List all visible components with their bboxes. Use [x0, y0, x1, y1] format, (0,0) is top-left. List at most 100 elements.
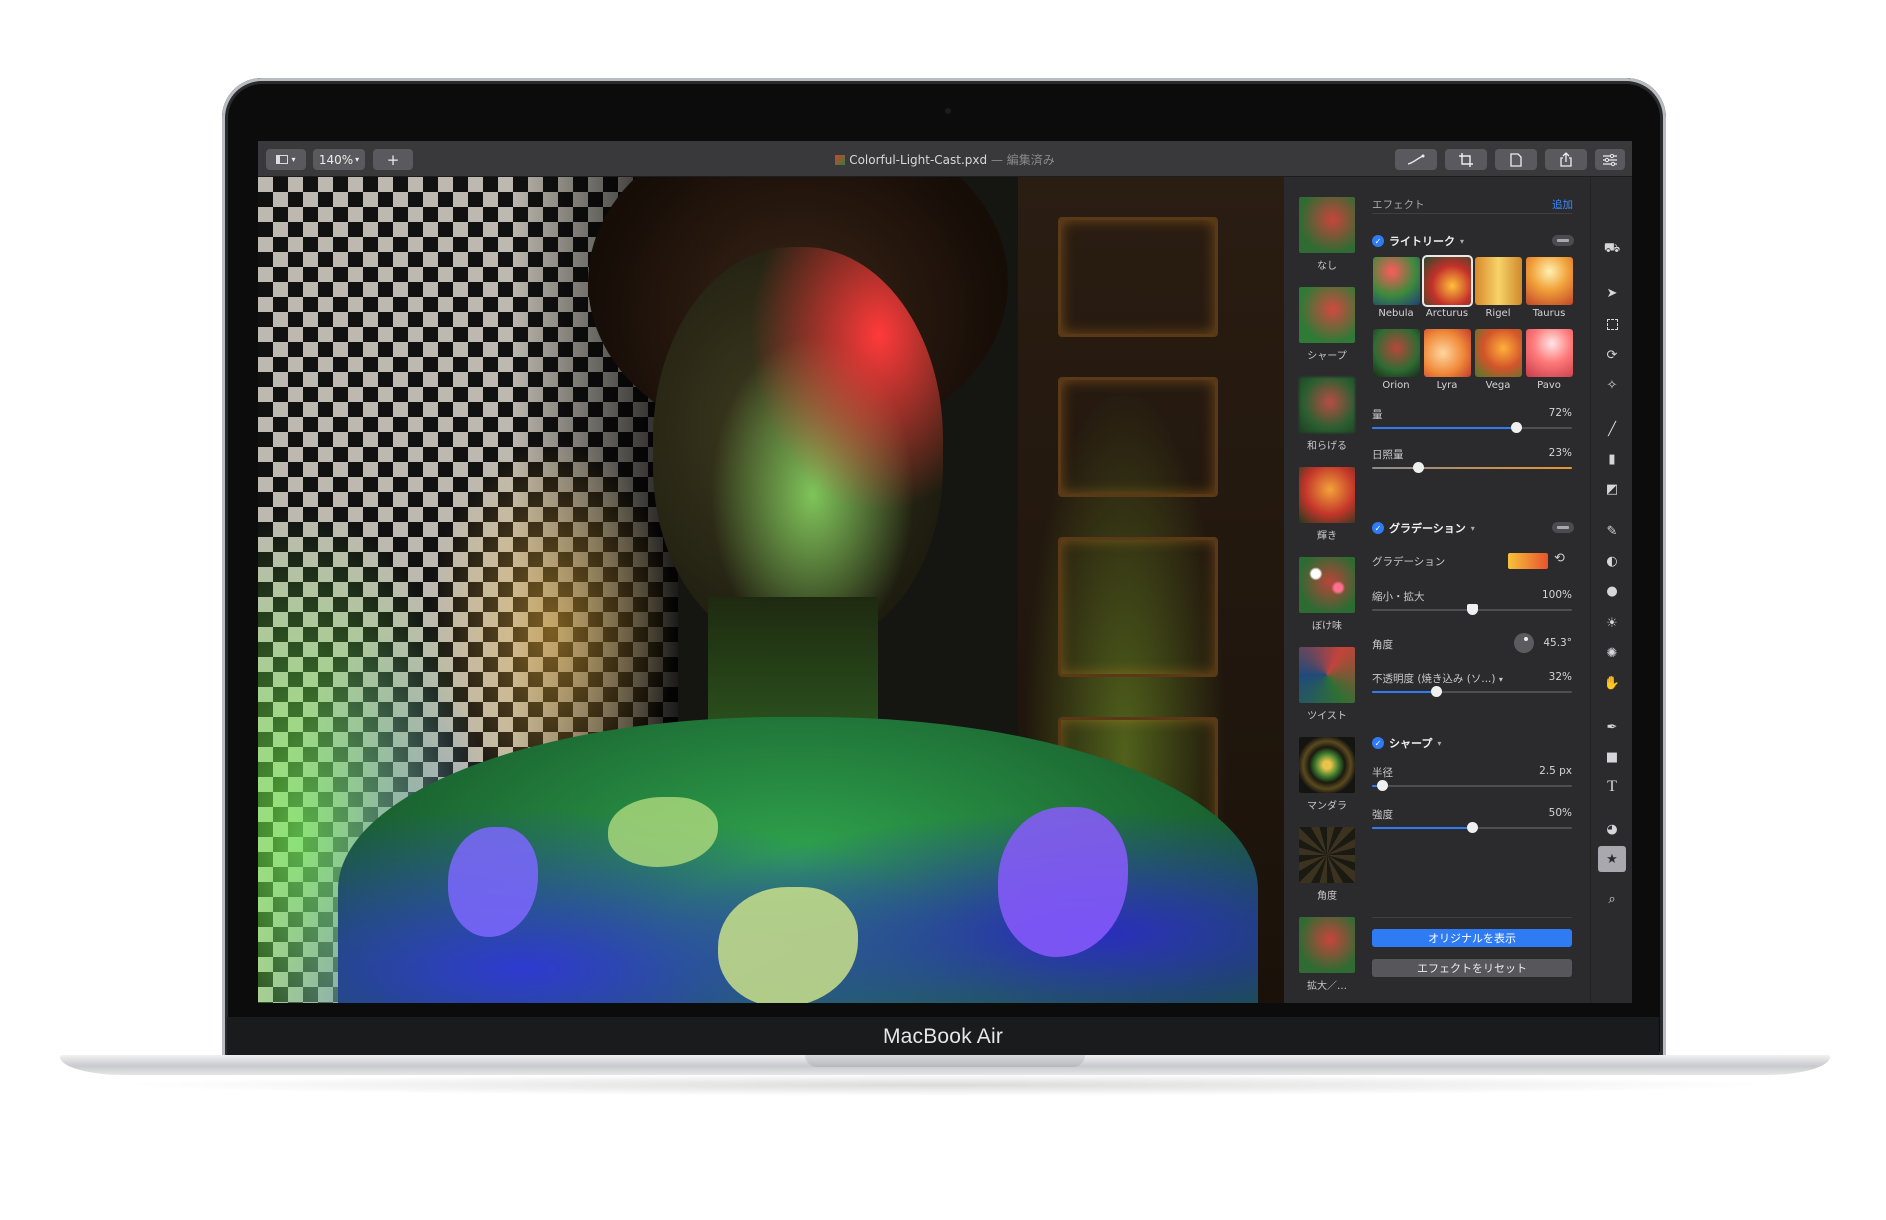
brush-icon[interactable]: ╱: [1602, 419, 1622, 439]
image-canvas[interactable]: [258, 177, 1284, 1003]
eraser-icon[interactable]: ◩: [1602, 479, 1622, 499]
sharpen-header[interactable]: ✓ シャープ ▾: [1372, 735, 1441, 751]
effect-preview: [1299, 827, 1355, 883]
swap-icon[interactable]: ⟲: [1554, 551, 1565, 566]
preset-pavo[interactable]: [1526, 329, 1573, 377]
share-button[interactable]: [1545, 149, 1587, 170]
pen-tool-icon[interactable]: ✒: [1602, 717, 1622, 737]
preset-taurus[interactable]: [1526, 257, 1573, 305]
magic-wand-icon[interactable]: ✧: [1602, 375, 1622, 395]
reset-effects-button[interactable]: エフェクトをリセット: [1372, 959, 1572, 977]
effect-thumbnail[interactable]: ツイスト: [1284, 647, 1366, 737]
clone-icon[interactable]: ◐: [1602, 551, 1622, 571]
preset-label: Pavo: [1537, 380, 1561, 391]
rect-select-icon[interactable]: [1602, 314, 1622, 334]
subject-face: [653, 247, 943, 647]
repair-icon[interactable]: ✺: [1602, 643, 1622, 663]
zoom-icon[interactable]: ⌕: [1602, 889, 1622, 909]
effect-thumbnail[interactable]: なし: [1284, 197, 1366, 287]
preset-rigel[interactable]: [1475, 257, 1522, 305]
title-separator: —: [987, 153, 1007, 167]
section-options-toggle[interactable]: [1552, 235, 1574, 246]
hand-icon[interactable]: ✋: [1602, 673, 1622, 693]
preset-label: Taurus: [1532, 308, 1566, 319]
shirt-pattern: [998, 807, 1128, 957]
scale-value: 100%: [1541, 589, 1572, 601]
effects-filmstrip: なし シャープ 和らげる 輝き ぼけ味 ツイスト マンダラ 角度 拡大／…: [1284, 177, 1366, 1003]
gradient-label: グラデーション: [1372, 556, 1446, 568]
preset-orion[interactable]: [1373, 329, 1420, 377]
scale-slider[interactable]: [1372, 604, 1572, 615]
text-icon[interactable]: T: [1602, 777, 1622, 797]
arrow-select-icon[interactable]: ➤: [1602, 283, 1622, 303]
section-title: ライトリーク: [1389, 235, 1455, 248]
light-leak-header[interactable]: ✓ ライトリーク ▾: [1372, 233, 1464, 249]
effect-label: マンダラ: [1307, 801, 1347, 812]
chevron-down-icon: ▾: [1470, 523, 1475, 533]
chevron-down-icon: ▾: [1460, 236, 1465, 246]
smudge-icon[interactable]: ✎: [1602, 521, 1622, 541]
effect-label: 和らげる: [1307, 441, 1347, 452]
checkmark-icon[interactable]: ✓: [1372, 522, 1384, 534]
angle-label: 角度: [1372, 639, 1393, 651]
intensity-slider[interactable]: [1372, 822, 1572, 833]
effect-thumbnail[interactable]: 和らげる: [1284, 377, 1366, 467]
effects-icon[interactable]: ★: [1598, 846, 1626, 872]
radius-label: 半径: [1372, 767, 1393, 779]
effect-thumbnail[interactable]: シャープ: [1284, 287, 1366, 377]
opacity-label[interactable]: 不透明度 (焼き込み (ソ...) ▾: [1372, 671, 1503, 686]
effect-preview: [1299, 557, 1355, 613]
preset-nebula[interactable]: [1373, 257, 1420, 305]
effect-thumbnail[interactable]: 拡大／…: [1284, 917, 1366, 1003]
gradation-header[interactable]: ✓ グラデーション ▾: [1372, 520, 1475, 536]
effect-thumbnail[interactable]: マンダラ: [1284, 737, 1366, 827]
opacity-slider[interactable]: [1372, 686, 1572, 697]
effects-inspector: エフェクト 追加 ✓ ライトリーク ▾ Nebula Arcturus Rige…: [1366, 177, 1590, 1003]
sliders-icon: [1603, 153, 1617, 166]
section-title: グラデーション: [1389, 522, 1466, 535]
fill-icon[interactable]: ▮: [1602, 449, 1622, 469]
door-panel: [1058, 377, 1218, 497]
effect-preview: [1299, 737, 1355, 793]
intensity-value: 50%: [1548, 807, 1572, 819]
show-original-button[interactable]: オリジナルを表示: [1372, 929, 1572, 947]
lid-notch: [805, 1055, 1085, 1067]
divider: [1372, 917, 1572, 918]
preset-label: Lyra: [1436, 380, 1458, 391]
blur-icon[interactable]: ●: [1602, 581, 1622, 601]
device-label: MacBook Air: [882, 1025, 1004, 1048]
effect-preview: [1299, 917, 1355, 973]
section-options-toggle[interactable]: [1552, 522, 1574, 533]
preset-vega[interactable]: [1475, 329, 1522, 377]
effect-thumbnail[interactable]: 角度: [1284, 827, 1366, 917]
sunlight-slider[interactable]: [1372, 462, 1572, 473]
paint-bucket-icon[interactable]: ⛟: [1602, 239, 1622, 259]
lasso-icon[interactable]: ⟳: [1602, 345, 1622, 365]
sunlight-value: 23%: [1548, 447, 1572, 459]
radius-slider[interactable]: [1372, 780, 1572, 791]
shape-icon[interactable]: ■: [1602, 747, 1622, 767]
crop-button[interactable]: [1445, 149, 1487, 170]
preset-lyra[interactable]: [1424, 329, 1471, 377]
gradient-swatch[interactable]: [1508, 553, 1548, 569]
checkmark-icon[interactable]: ✓: [1372, 235, 1384, 247]
preset-arcturus[interactable]: [1422, 255, 1473, 307]
document-icon: [1510, 152, 1522, 167]
effect-label: ツイスト: [1307, 711, 1347, 722]
color-icon[interactable]: ◕: [1602, 819, 1622, 839]
add-effect-link[interactable]: 追加: [1552, 197, 1573, 212]
effect-thumbnail[interactable]: ぼけ味: [1284, 557, 1366, 647]
effect-label: シャープ: [1307, 351, 1347, 362]
shirt-pattern: [608, 797, 718, 867]
document-button[interactable]: [1495, 149, 1537, 170]
divider: [1372, 213, 1572, 214]
effect-thumbnail[interactable]: 輝き: [1284, 467, 1366, 557]
amount-slider[interactable]: [1372, 422, 1572, 433]
pen-tool-button[interactable]: [1395, 149, 1437, 170]
light-icon[interactable]: ☀: [1602, 613, 1622, 633]
adjustments-button[interactable]: [1595, 149, 1625, 170]
door-panel: [1058, 537, 1218, 677]
pen-icon: [1407, 154, 1425, 165]
checkmark-icon[interactable]: ✓: [1372, 737, 1384, 749]
laptop-shadow: [110, 1074, 1780, 1096]
